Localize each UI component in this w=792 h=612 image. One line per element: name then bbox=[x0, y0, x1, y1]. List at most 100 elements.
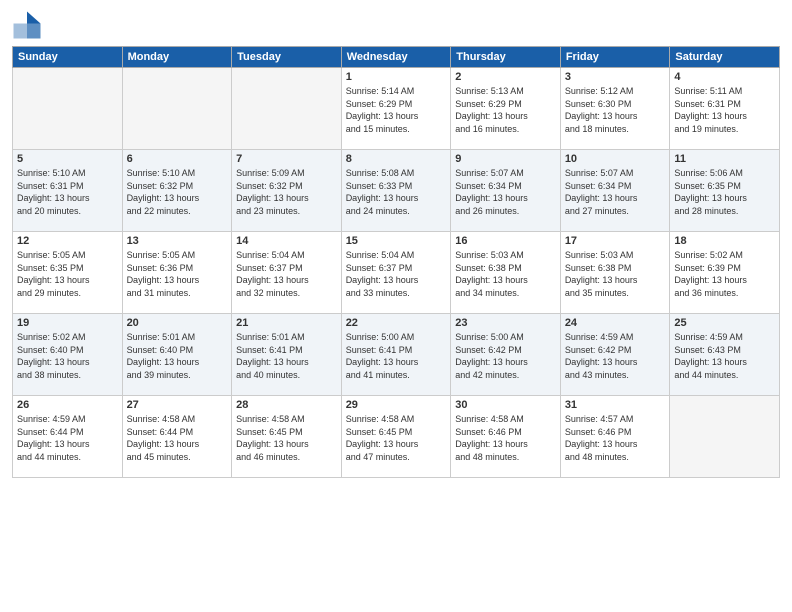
calendar-day-cell: 22 Sunrise: 5:00 AM Sunset: 6:41 PM Dayli… bbox=[341, 314, 451, 396]
calendar-day-cell: 18 Sunrise: 5:02 AM Sunset: 6:39 PM Dayli… bbox=[670, 232, 780, 314]
day-number: 20 bbox=[127, 317, 228, 329]
day-number: 7 bbox=[236, 153, 337, 165]
day-number: 8 bbox=[346, 153, 447, 165]
calendar-day-cell: 5 Sunrise: 5:10 AM Sunset: 6:31 PM Daylig… bbox=[13, 150, 123, 232]
day-info: Sunrise: 4:59 AM Sunset: 6:43 PM Dayligh… bbox=[674, 331, 775, 381]
calendar-day-cell: 29 Sunrise: 4:58 AM Sunset: 6:45 PM Dayli… bbox=[341, 396, 451, 478]
calendar: SundayMondayTuesdayWednesdayThursdayFrid… bbox=[12, 46, 780, 478]
day-number: 22 bbox=[346, 317, 447, 329]
day-info: Sunrise: 5:04 AM Sunset: 6:37 PM Dayligh… bbox=[346, 249, 447, 299]
day-number: 13 bbox=[127, 235, 228, 247]
calendar-day-cell bbox=[122, 68, 232, 150]
weekday-header-tuesday: Tuesday bbox=[232, 47, 342, 68]
day-number: 25 bbox=[674, 317, 775, 329]
day-number: 1 bbox=[346, 71, 447, 83]
day-info: Sunrise: 5:10 AM Sunset: 6:31 PM Dayligh… bbox=[17, 167, 118, 217]
calendar-day-cell: 28 Sunrise: 4:58 AM Sunset: 6:45 PM Dayli… bbox=[232, 396, 342, 478]
calendar-day-cell: 2 Sunrise: 5:13 AM Sunset: 6:29 PM Daylig… bbox=[451, 68, 561, 150]
day-info: Sunrise: 5:06 AM Sunset: 6:35 PM Dayligh… bbox=[674, 167, 775, 217]
calendar-day-cell: 26 Sunrise: 4:59 AM Sunset: 6:44 PM Dayli… bbox=[13, 396, 123, 478]
calendar-day-cell: 12 Sunrise: 5:05 AM Sunset: 6:35 PM Dayli… bbox=[13, 232, 123, 314]
weekday-header-friday: Friday bbox=[560, 47, 670, 68]
calendar-week-row: 5 Sunrise: 5:10 AM Sunset: 6:31 PM Daylig… bbox=[13, 150, 780, 232]
day-number: 14 bbox=[236, 235, 337, 247]
day-info: Sunrise: 4:57 AM Sunset: 6:46 PM Dayligh… bbox=[565, 413, 666, 463]
day-number: 30 bbox=[455, 399, 556, 411]
day-number: 6 bbox=[127, 153, 228, 165]
day-number: 9 bbox=[455, 153, 556, 165]
day-number: 16 bbox=[455, 235, 556, 247]
day-info: Sunrise: 5:05 AM Sunset: 6:35 PM Dayligh… bbox=[17, 249, 118, 299]
calendar-week-row: 12 Sunrise: 5:05 AM Sunset: 6:35 PM Dayli… bbox=[13, 232, 780, 314]
calendar-day-cell bbox=[13, 68, 123, 150]
day-info: Sunrise: 5:02 AM Sunset: 6:39 PM Dayligh… bbox=[674, 249, 775, 299]
day-info: Sunrise: 5:11 AM Sunset: 6:31 PM Dayligh… bbox=[674, 85, 775, 135]
calendar-day-cell: 11Sunrise: 5:06 AM Sunset: 6:35 PM Dayli… bbox=[670, 150, 780, 232]
weekday-header-sunday: Sunday bbox=[13, 47, 123, 68]
day-info: Sunrise: 5:14 AM Sunset: 6:29 PM Dayligh… bbox=[346, 85, 447, 135]
day-number: 28 bbox=[236, 399, 337, 411]
day-info: Sunrise: 4:59 AM Sunset: 6:42 PM Dayligh… bbox=[565, 331, 666, 381]
day-info: Sunrise: 5:12 AM Sunset: 6:30 PM Dayligh… bbox=[565, 85, 666, 135]
day-number: 12 bbox=[17, 235, 118, 247]
day-number: 2 bbox=[455, 71, 556, 83]
weekday-header-monday: Monday bbox=[122, 47, 232, 68]
day-number: 23 bbox=[455, 317, 556, 329]
calendar-day-cell: 10 Sunrise: 5:07 AM Sunset: 6:34 PM Dayli… bbox=[560, 150, 670, 232]
day-number: 10 bbox=[565, 153, 666, 165]
calendar-day-cell: 9 Sunrise: 5:07 AM Sunset: 6:34 PM Daylig… bbox=[451, 150, 561, 232]
day-info: Sunrise: 5:03 AM Sunset: 6:38 PM Dayligh… bbox=[455, 249, 556, 299]
day-info: Sunrise: 5:00 AM Sunset: 6:41 PM Dayligh… bbox=[346, 331, 447, 381]
day-number: 17 bbox=[565, 235, 666, 247]
day-info: Sunrise: 5:01 AM Sunset: 6:41 PM Dayligh… bbox=[236, 331, 337, 381]
day-info: Sunrise: 5:07 AM Sunset: 6:34 PM Dayligh… bbox=[455, 167, 556, 217]
day-info: Sunrise: 4:59 AM Sunset: 6:44 PM Dayligh… bbox=[17, 413, 118, 463]
calendar-day-cell: 30 Sunrise: 4:58 AM Sunset: 6:46 PM Dayli… bbox=[451, 396, 561, 478]
day-number: 31 bbox=[565, 399, 666, 411]
day-number: 4 bbox=[674, 71, 775, 83]
calendar-day-cell: 17Sunrise: 5:03 AM Sunset: 6:38 PM Dayli… bbox=[560, 232, 670, 314]
day-number: 18 bbox=[674, 235, 775, 247]
calendar-day-cell: 25 Sunrise: 4:59 AM Sunset: 6:43 PM Dayli… bbox=[670, 314, 780, 396]
calendar-day-cell: 15Sunrise: 5:04 AM Sunset: 6:37 PM Dayli… bbox=[341, 232, 451, 314]
weekday-header-saturday: Saturday bbox=[670, 47, 780, 68]
calendar-week-row: 19 Sunrise: 5:02 AM Sunset: 6:40 PM Dayli… bbox=[13, 314, 780, 396]
header bbox=[12, 10, 780, 40]
day-number: 5 bbox=[17, 153, 118, 165]
weekday-header-wednesday: Wednesday bbox=[341, 47, 451, 68]
day-number: 3 bbox=[565, 71, 666, 83]
calendar-day-cell: 16 Sunrise: 5:03 AM Sunset: 6:38 PM Dayli… bbox=[451, 232, 561, 314]
calendar-day-cell: 4 Sunrise: 5:11 AM Sunset: 6:31 PM Daylig… bbox=[670, 68, 780, 150]
calendar-day-cell: 13 Sunrise: 5:05 AM Sunset: 6:36 PM Dayli… bbox=[122, 232, 232, 314]
day-number: 26 bbox=[17, 399, 118, 411]
calendar-day-cell: 1 Sunrise: 5:14 AM Sunset: 6:29 PM Daylig… bbox=[341, 68, 451, 150]
day-info: Sunrise: 5:09 AM Sunset: 6:32 PM Dayligh… bbox=[236, 167, 337, 217]
day-info: Sunrise: 5:07 AM Sunset: 6:34 PM Dayligh… bbox=[565, 167, 666, 217]
day-info: Sunrise: 5:13 AM Sunset: 6:29 PM Dayligh… bbox=[455, 85, 556, 135]
calendar-day-cell: 23Sunrise: 5:00 AM Sunset: 6:42 PM Dayli… bbox=[451, 314, 561, 396]
day-number: 27 bbox=[127, 399, 228, 411]
day-info: Sunrise: 5:10 AM Sunset: 6:32 PM Dayligh… bbox=[127, 167, 228, 217]
calendar-day-cell: 24Sunrise: 4:59 AM Sunset: 6:42 PM Dayli… bbox=[560, 314, 670, 396]
day-info: Sunrise: 5:05 AM Sunset: 6:36 PM Dayligh… bbox=[127, 249, 228, 299]
calendar-day-cell: 6 Sunrise: 5:10 AM Sunset: 6:32 PM Daylig… bbox=[122, 150, 232, 232]
day-info: Sunrise: 4:58 AM Sunset: 6:45 PM Dayligh… bbox=[346, 413, 447, 463]
day-number: 29 bbox=[346, 399, 447, 411]
calendar-day-cell: 8Sunrise: 5:08 AM Sunset: 6:33 PM Daylig… bbox=[341, 150, 451, 232]
day-info: Sunrise: 5:02 AM Sunset: 6:40 PM Dayligh… bbox=[17, 331, 118, 381]
calendar-day-cell: 7 Sunrise: 5:09 AM Sunset: 6:32 PM Daylig… bbox=[232, 150, 342, 232]
day-info: Sunrise: 4:58 AM Sunset: 6:45 PM Dayligh… bbox=[236, 413, 337, 463]
calendar-day-cell: 19 Sunrise: 5:02 AM Sunset: 6:40 PM Dayli… bbox=[13, 314, 123, 396]
calendar-day-cell: 21Sunrise: 5:01 AM Sunset: 6:41 PM Dayli… bbox=[232, 314, 342, 396]
calendar-day-cell bbox=[232, 68, 342, 150]
day-info: Sunrise: 4:58 AM Sunset: 6:44 PM Dayligh… bbox=[127, 413, 228, 463]
page: SundayMondayTuesdayWednesdayThursdayFrid… bbox=[0, 0, 792, 612]
calendar-day-cell: 27 Sunrise: 4:58 AM Sunset: 6:44 PM Dayli… bbox=[122, 396, 232, 478]
calendar-day-cell: 20 Sunrise: 5:01 AM Sunset: 6:40 PM Dayli… bbox=[122, 314, 232, 396]
calendar-day-cell: 14Sunrise: 5:04 AM Sunset: 6:37 PM Dayli… bbox=[232, 232, 342, 314]
calendar-day-cell: 31 Sunrise: 4:57 AM Sunset: 6:46 PM Dayli… bbox=[560, 396, 670, 478]
calendar-week-row: 26 Sunrise: 4:59 AM Sunset: 6:44 PM Dayli… bbox=[13, 396, 780, 478]
day-number: 19 bbox=[17, 317, 118, 329]
day-info: Sunrise: 5:01 AM Sunset: 6:40 PM Dayligh… bbox=[127, 331, 228, 381]
day-info: Sunrise: 4:58 AM Sunset: 6:46 PM Dayligh… bbox=[455, 413, 556, 463]
